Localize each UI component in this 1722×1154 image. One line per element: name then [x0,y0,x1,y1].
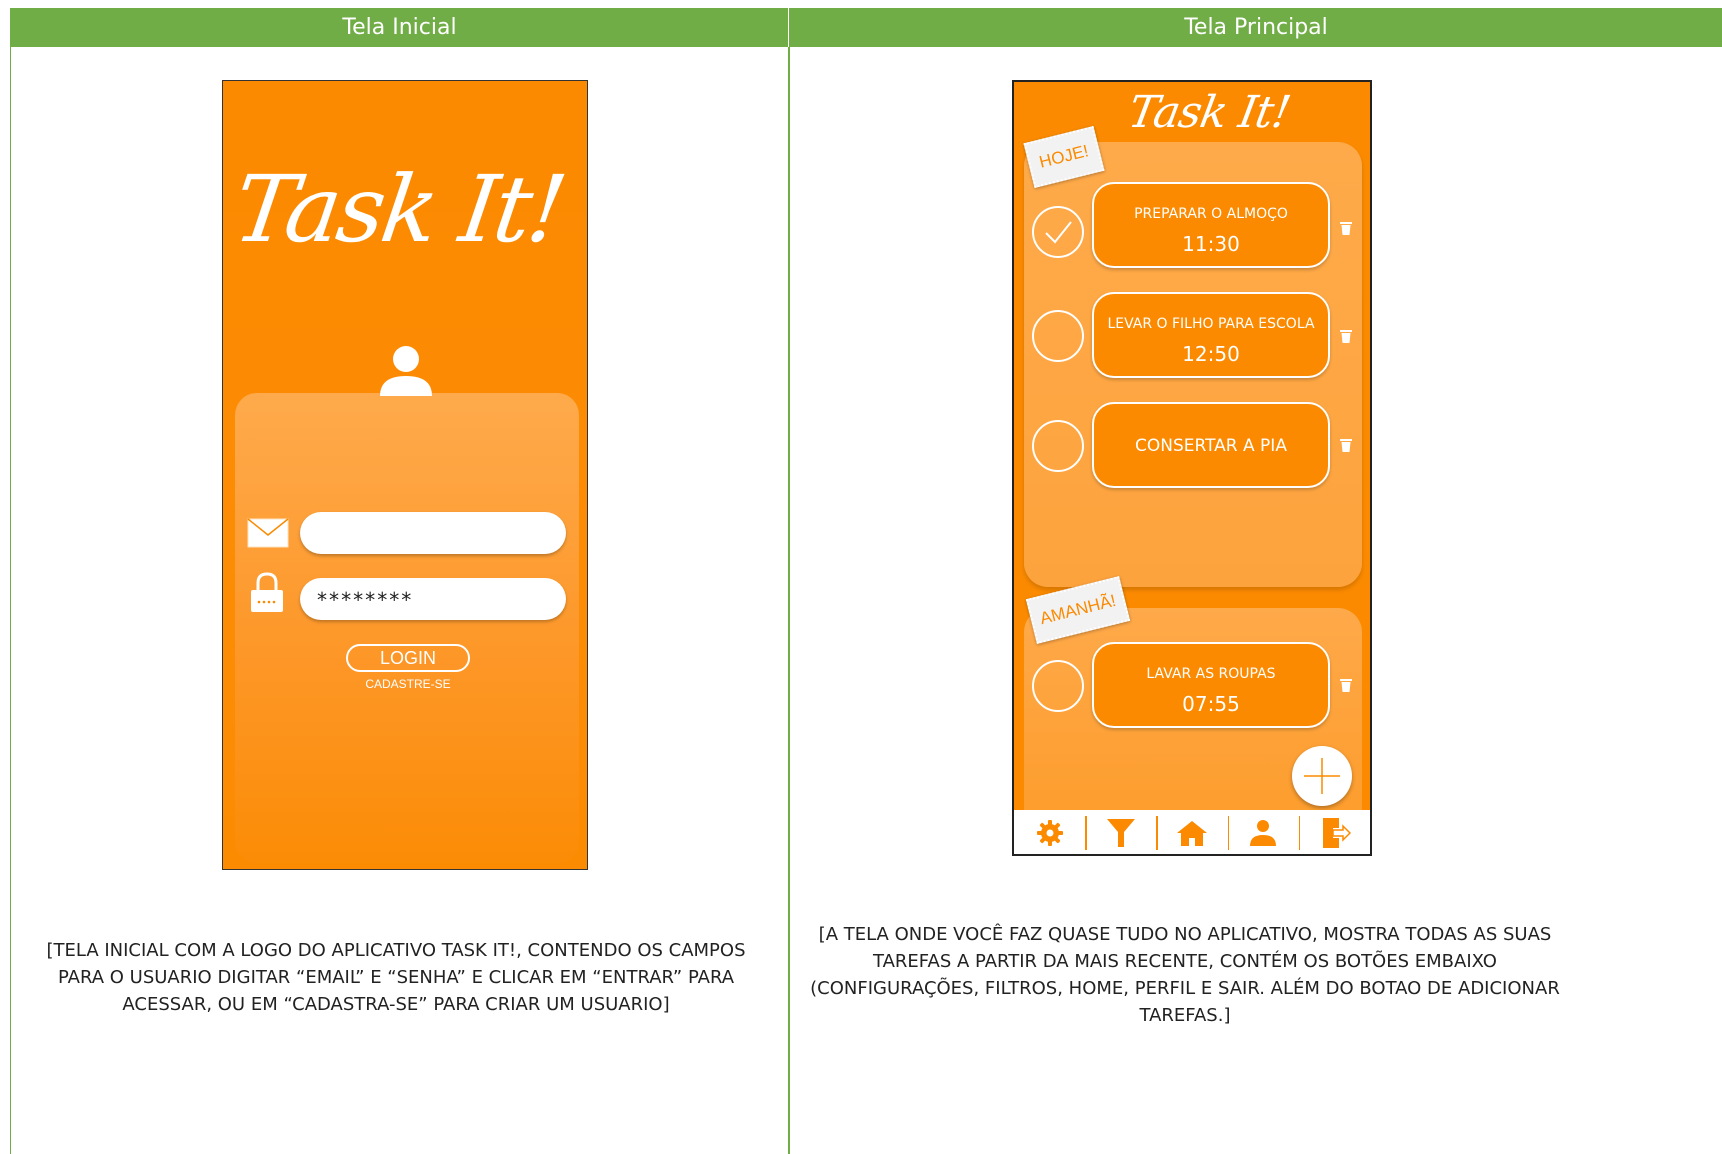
column-divider [788,47,790,1154]
nav-filter[interactable] [1085,810,1156,854]
task-checkbox[interactable] [1032,310,1084,362]
home-icon [1177,821,1207,846]
nav-logout[interactable] [1298,810,1370,854]
task-card[interactable]: CONSERTAR A PIA [1092,402,1330,488]
task-title: LEVAR O FILHO PARA ESCOLA [1107,316,1315,332]
check-icon [1045,221,1072,244]
trash-icon[interactable] [1340,221,1352,235]
task-checkbox[interactable] [1032,420,1084,472]
login-button[interactable]: LOGIN [346,644,470,672]
login-screen-mockup: Task It! ******** LOGIN CADASTRE-SE [222,80,588,870]
app-logo: Task It! [227,156,571,263]
caption-initial-screen: [TELA INICIAL COM A LOGO DO APLICATIVO T… [46,940,746,1015]
mail-icon [247,518,289,548]
main-screen-mockup: Task It! HOJE! PREPARAR O ALMOÇO 11:30 L… [1012,80,1372,856]
task-checkbox-checked[interactable] [1032,206,1084,258]
task-title: CONSERTAR A PIA [1135,436,1287,456]
gear-icon [1036,820,1063,846]
task-card[interactable]: LEVAR O FILHO PARA ESCOLA 12:50 [1092,292,1330,378]
column-header-main: Tela Principal [789,8,1722,47]
nav-home[interactable] [1156,810,1227,854]
user-avatar-icon [380,346,432,396]
trash-icon[interactable] [1340,438,1352,452]
logout-icon [1323,818,1352,848]
task-title: PREPARAR O ALMOÇO [1134,206,1288,222]
trash-icon[interactable] [1340,678,1352,692]
email-field[interactable] [300,512,566,554]
task-card[interactable]: LAVAR AS ROUPAS 07:55 [1092,642,1330,728]
signup-link[interactable]: CADASTRE-SE [346,677,470,691]
column-header-initial: Tela Inicial [11,8,788,47]
user-icon [1250,820,1277,846]
task-time: 11:30 [1182,232,1240,256]
nav-profile[interactable] [1227,810,1299,854]
app-logo: Task It! [1124,87,1294,138]
task-card[interactable]: PREPARAR O ALMOÇO 11:30 [1092,182,1330,268]
task-title: LAVAR AS ROUPAS [1146,666,1276,682]
caption-main-screen: [A TELA ONDE VOCÊ FAZ QUASE TUDO NO APLI… [810,924,1560,1026]
task-time: 07:55 [1182,692,1240,716]
plus-icon [1304,758,1340,794]
trash-icon[interactable] [1340,329,1352,343]
task-time: 12:50 [1182,342,1240,366]
lock-icon [251,572,283,612]
bottom-nav [1014,810,1370,854]
task-checkbox[interactable] [1032,660,1084,712]
nav-settings[interactable] [1014,810,1085,854]
filter-icon [1106,819,1135,847]
password-field[interactable]: ******** [300,578,566,620]
login-card [235,393,579,863]
add-task-button[interactable] [1292,746,1352,806]
